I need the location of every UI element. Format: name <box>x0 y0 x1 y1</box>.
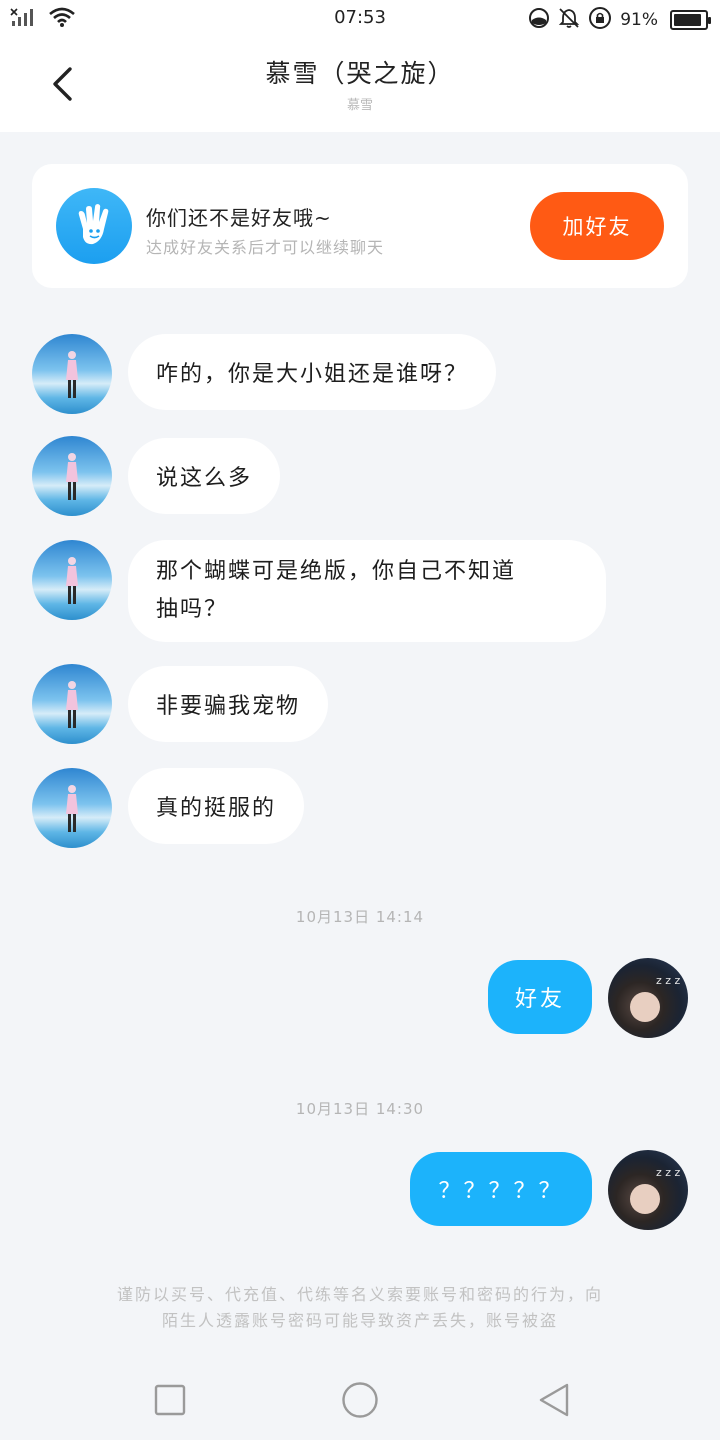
status-bar: 07:53 91% <box>0 0 720 36</box>
mute-icon <box>558 7 580 33</box>
contact-avatar[interactable] <box>32 664 112 744</box>
status-right-icons: 91% <box>528 6 711 34</box>
message-text: 真的挺服的 <box>156 796 277 821</box>
circle-icon <box>342 1382 378 1418</box>
incoming-message-bubble[interactable]: 那个蝴蝶可是绝版，你自己不知道 抽吗？ <box>128 540 606 642</box>
incoming-message-bubble[interactable]: 咋的，你是大小姐还是谁呀？ <box>128 334 497 410</box>
incoming-message-bubble[interactable]: 非要骗我宠物 <box>128 666 329 742</box>
my-avatar[interactable]: z z z <box>608 1150 688 1230</box>
chat-header: 慕雪（哭之旋） 慕雪 <box>0 36 720 132</box>
system-nav-bar <box>0 1360 720 1440</box>
message-text: 好友 <box>514 987 565 1012</box>
chat-title-area: 慕雪（哭之旋） 慕雪 <box>0 54 720 113</box>
outgoing-message-bubble[interactable]: 好友 <box>488 960 592 1034</box>
avatar-face <box>630 1184 660 1214</box>
message-text: 非要骗我宠物 <box>156 694 301 719</box>
message-text: 说这么多 <box>156 466 253 491</box>
back-nav-button[interactable] <box>534 1380 574 1420</box>
message-text-line1: 那个蝴蝶可是绝版，你自己不知道 <box>156 559 517 584</box>
page-subtitle: 慕雪 <box>346 98 373 113</box>
data-saver-icon <box>528 7 550 33</box>
incoming-message-bubble[interactable]: 说这么多 <box>128 438 281 514</box>
contact-avatar[interactable] <box>32 540 112 620</box>
contact-avatar[interactable] <box>32 768 112 848</box>
warning-line2: 陌生人透露账号密码可能导致资产丢失，账号被盗 <box>161 1311 558 1330</box>
page-title: 慕雪（哭之旋） <box>265 59 455 88</box>
avatar-figure-icon <box>66 351 78 398</box>
add-friend-card: 你们还不是好友哦~ 达成好友关系后才可以继续聊天 加好友 <box>32 164 688 288</box>
message-timestamp: 10月13日 14:14 <box>295 908 425 926</box>
battery-percent: 91% <box>620 10 658 30</box>
sleep-icon: z z z <box>656 1166 681 1179</box>
security-warning: 谨防以买号、代充值、代练等名义索要账号和密码的行为，向 陌生人透露账号密码可能导… <box>60 1282 660 1334</box>
warning-line1: 谨防以买号、代充值、代练等名义索要账号和密码的行为，向 <box>116 1285 603 1304</box>
outgoing-message-bubble[interactable]: ？？？？？ <box>410 1152 592 1226</box>
contact-avatar[interactable] <box>32 334 112 414</box>
message-timestamp: 10月13日 14:30 <box>295 1100 425 1118</box>
avatar-face <box>630 992 660 1022</box>
avatar-figure-icon <box>66 453 78 500</box>
add-friend-subtitle: 达成好友关系后才可以继续聊天 <box>146 238 385 257</box>
avatar-figure-icon <box>66 681 78 728</box>
my-avatar[interactable]: z z z <box>608 958 688 1038</box>
add-friend-button[interactable]: 加好友 <box>530 192 664 260</box>
battery-level-fill <box>674 14 702 26</box>
lock-rotation-icon <box>588 6 612 34</box>
message-text: ？？？？？ <box>438 1179 564 1204</box>
avatar-figure-icon <box>66 557 78 604</box>
message-text-line2: 抽吗？ <box>156 597 229 622</box>
avatar-figure-icon <box>66 785 78 832</box>
square-icon <box>154 1384 186 1416</box>
sleep-icon: z z z <box>656 974 681 987</box>
triangle-back-icon <box>539 1383 569 1417</box>
contact-avatar[interactable] <box>32 436 112 516</box>
home-button[interactable] <box>340 1380 380 1420</box>
add-friend-title: 你们还不是好友哦~ <box>146 206 332 230</box>
battery-icon <box>670 10 711 30</box>
message-text: 咋的，你是大小姐还是谁呀？ <box>156 362 469 387</box>
recent-apps-button[interactable] <box>150 1380 190 1420</box>
incoming-message-bubble[interactable]: 真的挺服的 <box>128 768 305 844</box>
hand-icon <box>56 188 132 264</box>
